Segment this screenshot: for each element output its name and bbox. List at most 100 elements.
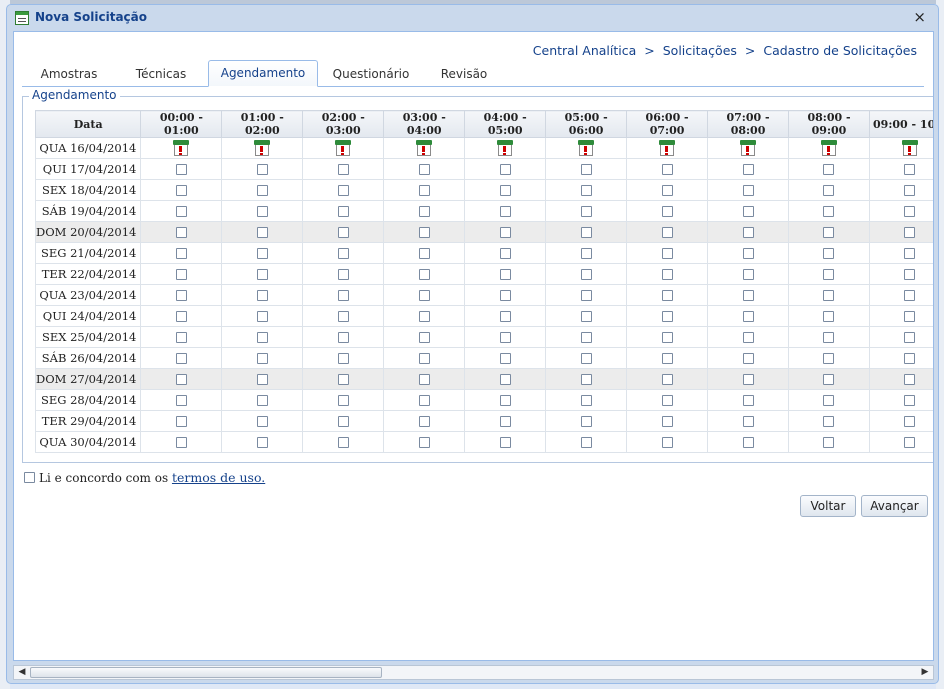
slot-checkbox[interactable] (499, 332, 511, 343)
slot-checkbox[interactable] (742, 269, 754, 280)
horizontal-scrollbar[interactable]: ◀ ▶ (13, 665, 934, 680)
slot-checkbox[interactable] (337, 374, 349, 385)
slot-checkbox[interactable] (904, 395, 916, 406)
slot-checkbox[interactable] (823, 185, 835, 196)
slot-checkbox[interactable] (823, 206, 835, 217)
slot-checkbox[interactable] (580, 437, 592, 448)
slot-checkbox[interactable] (742, 164, 754, 175)
slot-checkbox[interactable] (823, 290, 835, 301)
slot-checkbox[interactable] (661, 374, 673, 385)
slot-checkbox[interactable] (418, 353, 430, 364)
slot-checkbox[interactable] (580, 416, 592, 427)
slot-checkbox[interactable] (661, 164, 673, 175)
slot-checkbox[interactable] (337, 185, 349, 196)
slot-checkbox[interactable] (580, 227, 592, 238)
slot-checkbox[interactable] (175, 395, 187, 406)
slot-checkbox[interactable] (661, 248, 673, 259)
slot-checkbox[interactable] (499, 374, 511, 385)
slot-checkbox[interactable] (418, 332, 430, 343)
slot-checkbox[interactable] (823, 164, 835, 175)
slot-checkbox[interactable] (256, 227, 268, 238)
slot-checkbox[interactable] (904, 206, 916, 217)
terms-link[interactable]: termos de uso. (172, 470, 265, 485)
slot-checkbox[interactable] (256, 269, 268, 280)
slot-checkbox[interactable] (904, 416, 916, 427)
scroll-right-icon[interactable]: ▶ (918, 666, 932, 679)
slot-checkbox[interactable] (580, 311, 592, 322)
slot-checkbox[interactable] (256, 416, 268, 427)
slot-checkbox[interactable] (499, 437, 511, 448)
slot-checkbox[interactable] (580, 290, 592, 301)
slot-checkbox[interactable] (742, 395, 754, 406)
slot-checkbox[interactable] (418, 416, 430, 427)
slot-checkbox[interactable] (499, 164, 511, 175)
slot-checkbox[interactable] (256, 437, 268, 448)
slot-checkbox[interactable] (418, 395, 430, 406)
slot-checkbox[interactable] (418, 206, 430, 217)
slot-checkbox[interactable] (175, 227, 187, 238)
slot-checkbox[interactable] (499, 227, 511, 238)
slot-checkbox[interactable] (337, 332, 349, 343)
slot-checkbox[interactable] (580, 248, 592, 259)
slot-checkbox[interactable] (256, 185, 268, 196)
slot-checkbox[interactable] (337, 395, 349, 406)
slot-checkbox[interactable] (580, 185, 592, 196)
slot-checkbox[interactable] (256, 311, 268, 322)
slot-checkbox[interactable] (337, 416, 349, 427)
slot-checkbox[interactable] (661, 206, 673, 217)
slot-checkbox[interactable] (337, 290, 349, 301)
slot-checkbox[interactable] (337, 248, 349, 259)
slot-checkbox[interactable] (661, 437, 673, 448)
slot-checkbox[interactable] (499, 185, 511, 196)
slot-checkbox[interactable] (580, 269, 592, 280)
slot-checkbox[interactable] (175, 332, 187, 343)
next-button[interactable]: Avançar (861, 495, 928, 517)
slot-checkbox[interactable] (256, 248, 268, 259)
breadcrumb-item[interactable]: Central Analítica (533, 43, 636, 58)
slot-checkbox[interactable] (904, 374, 916, 385)
slot-checkbox[interactable] (904, 185, 916, 196)
slot-checkbox[interactable] (661, 332, 673, 343)
tab-agendamento[interactable]: Agendamento (208, 60, 318, 87)
slot-checkbox[interactable] (823, 269, 835, 280)
slot-checkbox[interactable] (256, 206, 268, 217)
slot-checkbox[interactable] (904, 437, 916, 448)
slot-checkbox[interactable] (823, 416, 835, 427)
slot-checkbox[interactable] (337, 164, 349, 175)
slot-checkbox[interactable] (256, 395, 268, 406)
slot-checkbox[interactable] (175, 269, 187, 280)
slot-checkbox[interactable] (823, 311, 835, 322)
slot-checkbox[interactable] (418, 227, 430, 238)
slot-checkbox[interactable] (580, 332, 592, 343)
slot-checkbox[interactable] (499, 395, 511, 406)
slot-checkbox[interactable] (904, 227, 916, 238)
slot-checkbox[interactable] (418, 269, 430, 280)
slot-checkbox[interactable] (580, 164, 592, 175)
slot-checkbox[interactable] (661, 185, 673, 196)
slot-checkbox[interactable] (337, 311, 349, 322)
breadcrumb-item[interactable]: Solicitações (663, 43, 737, 58)
slot-checkbox[interactable] (499, 206, 511, 217)
slot-checkbox[interactable] (175, 416, 187, 427)
slot-checkbox[interactable] (742, 374, 754, 385)
slot-checkbox[interactable] (661, 269, 673, 280)
slot-checkbox[interactable] (418, 437, 430, 448)
scroll-left-icon[interactable]: ◀ (15, 666, 29, 679)
slot-checkbox[interactable] (661, 290, 673, 301)
slot-checkbox[interactable] (742, 248, 754, 259)
slot-checkbox[interactable] (661, 227, 673, 238)
slot-checkbox[interactable] (742, 332, 754, 343)
slot-checkbox[interactable] (175, 353, 187, 364)
slot-checkbox[interactable] (175, 311, 187, 322)
slot-checkbox[interactable] (823, 248, 835, 259)
slot-checkbox[interactable] (742, 416, 754, 427)
slot-checkbox[interactable] (499, 290, 511, 301)
slot-checkbox[interactable] (499, 353, 511, 364)
slot-checkbox[interactable] (337, 269, 349, 280)
slot-checkbox[interactable] (904, 164, 916, 175)
slot-checkbox[interactable] (418, 374, 430, 385)
slot-checkbox[interactable] (499, 416, 511, 427)
slot-checkbox[interactable] (418, 185, 430, 196)
slot-checkbox[interactable] (256, 164, 268, 175)
slot-checkbox[interactable] (175, 248, 187, 259)
